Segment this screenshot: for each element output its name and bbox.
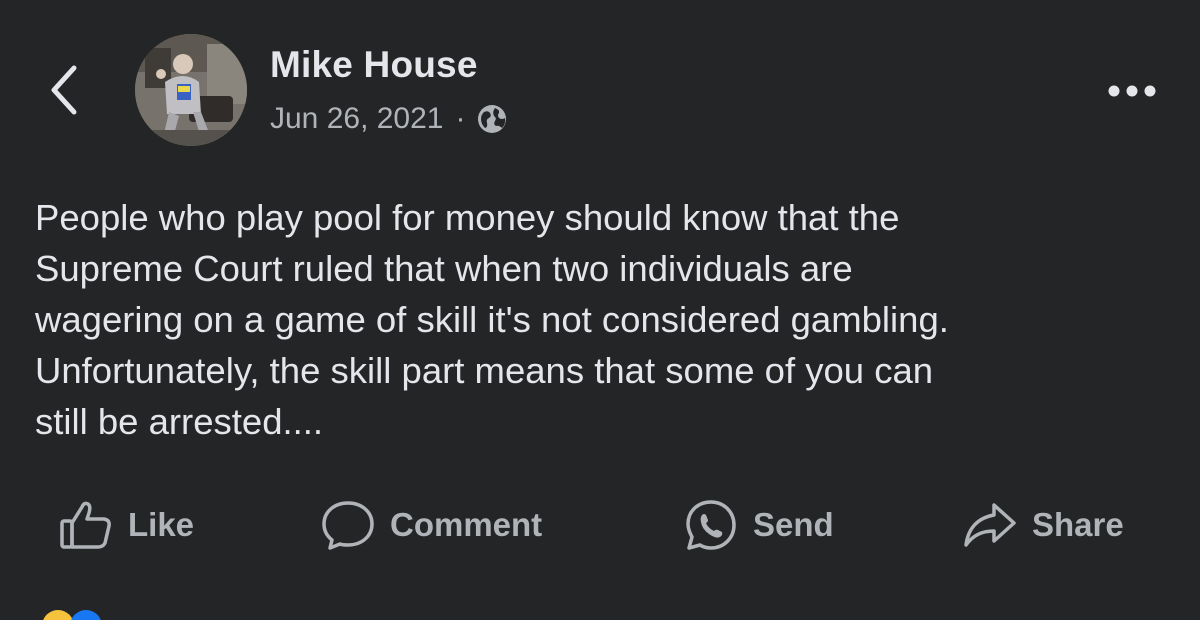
comment-bubble-icon	[322, 501, 374, 550]
like-label: Like	[128, 506, 195, 543]
reaction-emoji-icons	[43, 610, 101, 620]
post-action-bar: Like Comment Send Share	[0, 495, 1200, 555]
post-text-line: Supreme Court ruled that when two indivi…	[35, 248, 853, 289]
post-text-line: wagering on a game of skill it's not con…	[35, 299, 949, 340]
comment-label: Comment	[390, 506, 543, 543]
post-text-line: Unfortunately, the skill part means that…	[35, 350, 934, 391]
chevron-left-icon	[51, 65, 77, 115]
author-avatar[interactable]	[135, 34, 247, 146]
more-options-button[interactable]	[1102, 76, 1162, 106]
share-button[interactable]: Share	[962, 495, 1124, 555]
post-screen: Mike House Jun 26, 2021 · People who pla…	[0, 0, 1200, 620]
post-date[interactable]: Jun 26, 2021	[270, 102, 443, 136]
whatsapp-icon	[686, 500, 736, 550]
more-dots-icon	[1108, 85, 1156, 97]
meta-separator: ·	[455, 102, 466, 135]
send-button[interactable]: Send	[683, 495, 834, 555]
reaction-icons[interactable]	[36, 608, 126, 620]
avatar-photo	[135, 34, 247, 146]
post-meta: Jun 26, 2021 ·	[270, 99, 509, 139]
author-name[interactable]: Mike House	[270, 44, 478, 86]
back-button[interactable]	[44, 60, 88, 120]
send-label: Send	[753, 506, 834, 543]
comment-button[interactable]: Comment	[320, 495, 542, 555]
share-arrow-icon	[964, 503, 1016, 547]
globe-icon	[478, 105, 507, 133]
like-button[interactable]: Like	[58, 495, 194, 555]
post-text-line: still be arrested....	[35, 401, 324, 442]
share-label: Share	[1032, 506, 1124, 543]
post-body: People who play pool for money should kn…	[35, 192, 1175, 447]
post-text-line: People who play pool for money should kn…	[35, 197, 900, 238]
thumbs-up-icon	[60, 501, 111, 549]
